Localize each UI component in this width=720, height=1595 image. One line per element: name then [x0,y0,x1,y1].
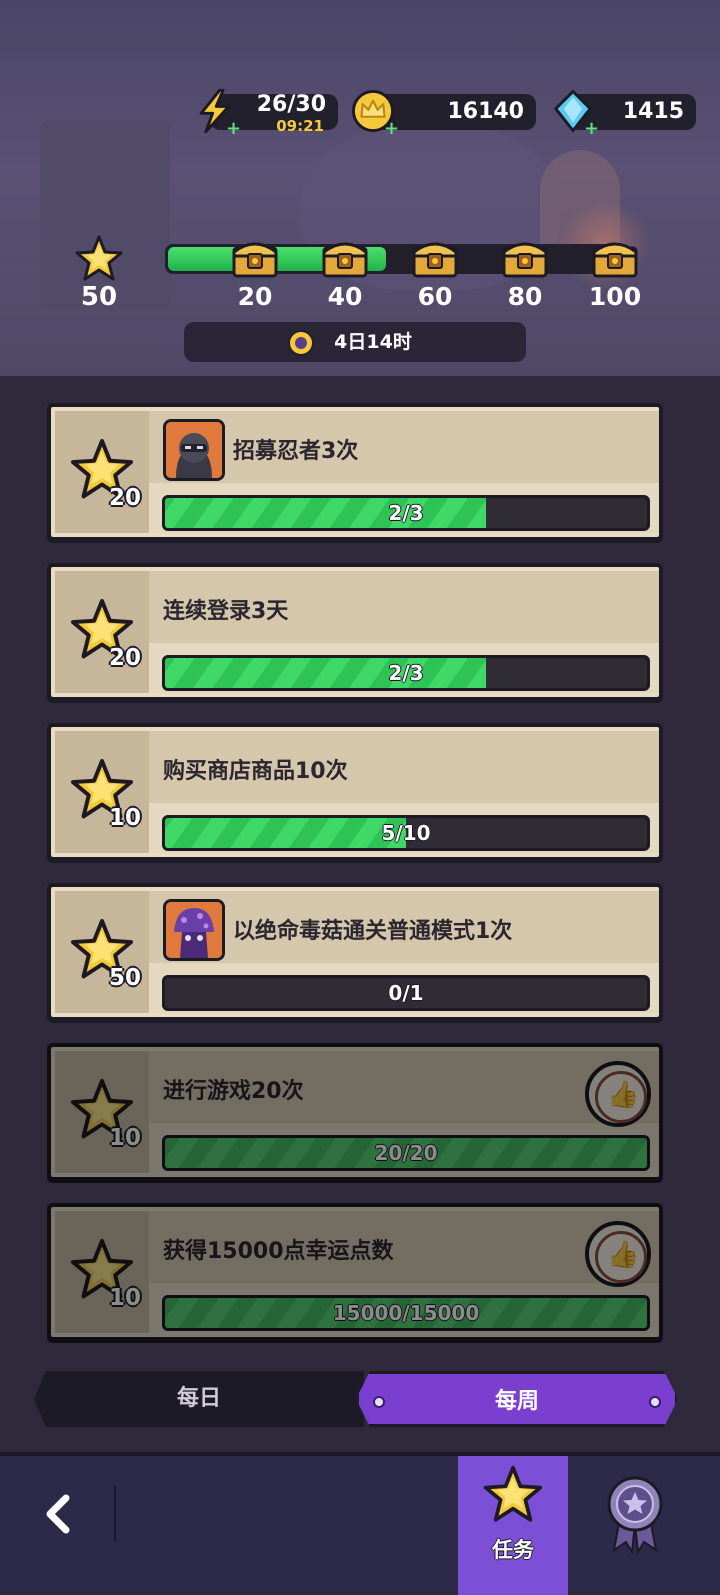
task-title: 连续登录3天 [163,599,289,624]
task-progress-bar: 2/3 [162,495,650,531]
task-card[interactable]: 10 获得15000点幸运点数 15000/15000 👍 [47,1203,663,1341]
chest-icon[interactable] [320,234,370,280]
task-card[interactable]: 10 购买商店商品10次 5/10 [47,723,663,861]
gem-value: 1415 [622,99,684,124]
energy-value: 26/30 [256,92,326,117]
task-title: 购买商店商品10次 [163,759,348,784]
task-progress-bar: 2/3 [162,655,650,691]
task-card[interactable]: 20 招募忍者3次 2/3 [47,403,663,541]
milestone-label: 80 [507,282,543,311]
energy-timer: 09:21 [276,117,324,135]
tab-weekly-dot-right [649,1396,661,1408]
task-progress-bar: 20/20 [162,1135,650,1171]
medal-icon[interactable] [604,1474,666,1554]
task-reward: 20 [109,485,142,511]
task-title-panel [149,411,659,483]
gold-resource[interactable]: + 16140 [352,90,536,138]
nav-tab-tasks-label: 任务 [492,1538,534,1562]
task-progress-text: 20/20 [374,1141,438,1165]
energy-resource[interactable]: + 26/30 09:21 [199,88,338,138]
chest-icon[interactable] [230,234,280,280]
star-icon [483,1465,543,1522]
task-reward: 50 [109,965,142,991]
task-progress-bar: 0/1 [162,975,650,1011]
task-title: 以绝命毒菇通关普通模式1次 [233,919,513,944]
star-total: 50 [80,282,118,312]
task-reward: 10 [109,1125,142,1151]
task-progress-text: 5/10 [381,821,431,845]
task-title: 获得15000点幸运点数 [163,1239,394,1264]
bottom-nav: 任务 [0,1452,720,1595]
thumbs-up-icon[interactable]: 👍 [585,1221,651,1287]
task-progress-text: 15000/15000 [332,1301,480,1325]
gold-plus-icon[interactable]: + [384,120,399,138]
milestone-label: 40 [327,282,363,311]
mushroom-avatar [163,899,225,961]
energy-plus-icon[interactable]: + [226,120,241,138]
tab-weekly[interactable]: 每周 [356,1371,678,1427]
reset-timer: 4日14时 [184,322,526,362]
ninja-avatar [163,419,225,481]
chest-icon[interactable] [500,234,550,280]
task-progress-text: 2/3 [388,661,424,685]
tab-daily[interactable]: 每日 [34,1371,364,1427]
thumbs-up-icon[interactable]: 👍 [585,1061,651,1127]
task-reward: 10 [109,1285,142,1311]
period-tabs: 每日 每周 [34,1371,678,1427]
chest-icon[interactable] [410,234,460,280]
task-progress-text: 0/1 [388,981,424,1005]
tab-weekly-dot-left [373,1396,385,1408]
task-progress-bar: 5/10 [162,815,650,851]
chest-icon[interactable] [590,234,640,280]
tab-weekly-label: 每周 [494,1389,539,1414]
task-progress-bar: 15000/15000 [162,1295,650,1331]
milestone-label: 20 [237,282,273,311]
clock-icon [288,330,314,356]
gem-plus-icon[interactable]: + [584,120,599,138]
star-icon [75,235,123,281]
task-progress-text: 2/3 [388,501,424,525]
task-card[interactable]: 20 连续登录3天 2/3 [47,563,663,701]
header-banner: + 26/30 09:21 + 16140 + 1415 50 20 40 60 80… [0,0,720,376]
gold-value: 16140 [447,99,524,124]
reset-timer-label: 4日14时 [334,331,412,353]
gem-resource[interactable]: + 1415 [554,90,696,138]
task-title: 招募忍者3次 [233,439,359,464]
back-arrow-icon[interactable] [40,1486,80,1546]
milestone-label: 60 [417,282,453,311]
task-reward: 10 [109,805,142,831]
task-card[interactable]: 10 进行游戏20次 20/20 👍 [47,1043,663,1181]
nav-tab-tasks[interactable]: 任务 [458,1456,568,1595]
nav-divider [114,1486,116,1542]
task-title: 进行游戏20次 [163,1079,304,1104]
task-card[interactable]: 50 以绝命毒菇通关普通模式1次 0/1 [47,883,663,1021]
task-reward: 20 [109,645,142,671]
milestone-label: 100 [588,282,642,311]
